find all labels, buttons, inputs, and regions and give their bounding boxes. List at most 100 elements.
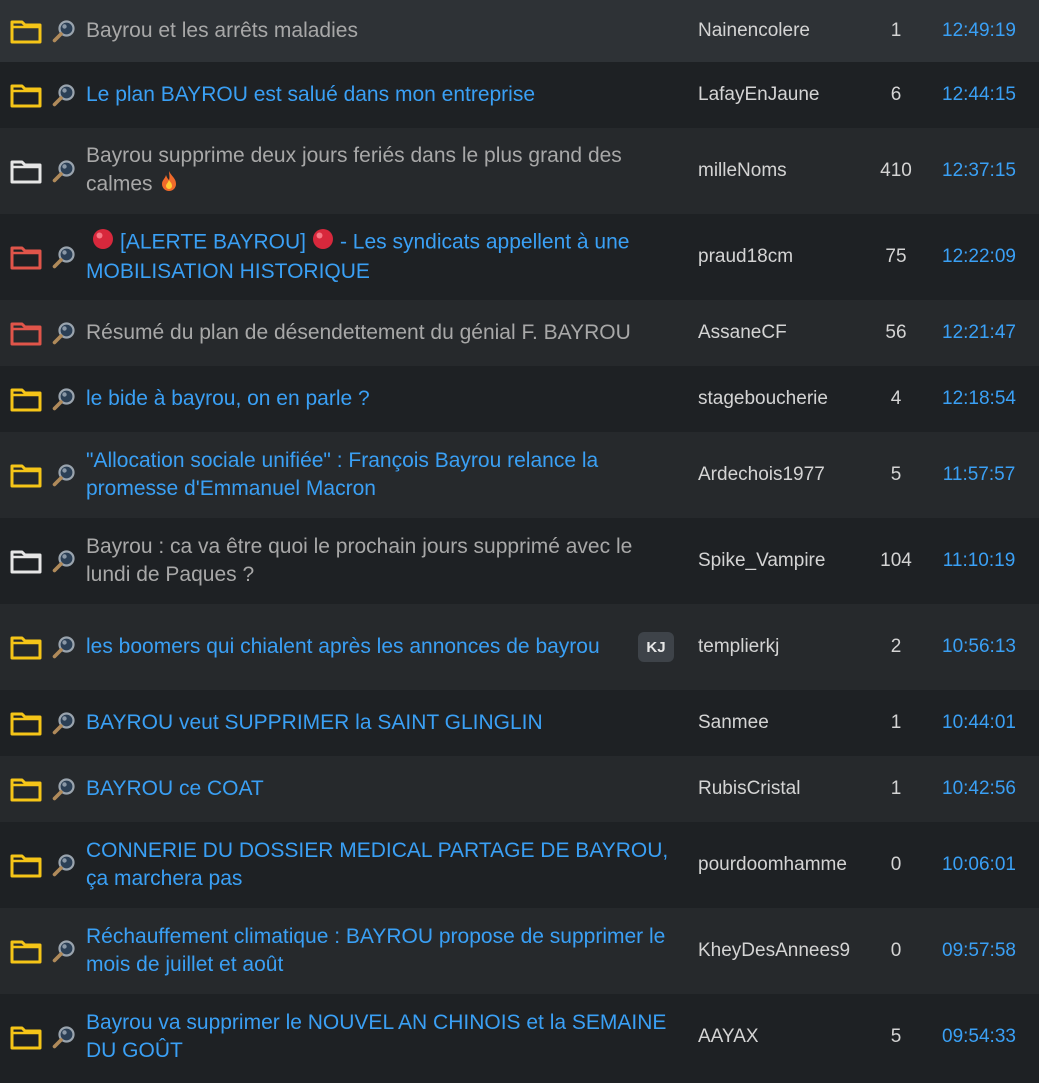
topic-title-link[interactable]: BAYROU ce COAT (86, 775, 264, 803)
magnifier-icon[interactable] (50, 157, 78, 185)
topic-title-link[interactable]: le bide à bayrou, on en parle ? (86, 385, 370, 413)
folder-yellow-icon (10, 776, 42, 802)
topic-row[interactable]: Le plan BAYROU est salué dans mon entrep… (0, 62, 1039, 128)
last-message-time[interactable]: 12:49:19 (930, 20, 1028, 42)
topic-title-link[interactable]: BAYROU veut SUPPRIMER la SAINT GLINGLIN (86, 709, 543, 737)
topic-author[interactable]: Nainencolere (698, 20, 850, 42)
last-message-time[interactable]: 10:56:13 (930, 636, 1028, 658)
magnifier-icon[interactable] (50, 81, 78, 109)
topic-author[interactable]: Spike_Vampire (698, 550, 850, 572)
folder-white-icon (10, 548, 42, 574)
magnifier-icon[interactable] (50, 319, 78, 347)
topic-author[interactable]: stageboucherie (698, 388, 850, 410)
topic-author[interactable]: milleNoms (698, 160, 850, 182)
magnifier-icon[interactable] (50, 851, 78, 879)
topic-row[interactable]: les boomers qui chialent après les annon… (0, 604, 1039, 690)
reply-count: 4 (890, 388, 902, 409)
folder-yellow-icon (10, 462, 42, 488)
topic-author[interactable]: Ardechois1977 (698, 464, 850, 486)
topic-title-link[interactable]: Bayrou supprime deux jours feriés dans l… (86, 142, 682, 200)
folder-red-icon (10, 320, 42, 346)
topic-title-link[interactable]: Réchauffement climatique : BAYROU propos… (86, 923, 682, 979)
folder-red-icon (10, 244, 42, 270)
magnifier-icon[interactable] (50, 17, 78, 45)
last-message-time[interactable]: 12:21:47 (930, 322, 1028, 344)
reply-count: 2 (890, 636, 902, 657)
magnifier-icon[interactable] (50, 633, 78, 661)
last-message-time[interactable]: 11:57:57 (930, 464, 1028, 486)
topic-list: Bayrou et les arrêts maladies Nainencoler… (0, 0, 1039, 1083)
topic-row[interactable]: [ALERTE BAYROU] - Les syndicats appellen… (0, 214, 1039, 300)
topic-row[interactable]: le bide à bayrou, on en parle ? stagebouc… (0, 366, 1039, 432)
topic-row[interactable]: Réchauffement climatique : BAYROU propos… (0, 908, 1039, 994)
reply-count: 1 (890, 712, 902, 733)
magnifier-icon[interactable] (50, 937, 78, 965)
magnifier-icon[interactable] (50, 709, 78, 737)
topic-title-text: le bide à bayrou, on en parle ? (86, 387, 370, 410)
magnifier-icon[interactable] (50, 775, 78, 803)
topic-row[interactable]: Résumé du plan de désendettement du géni… (0, 300, 1039, 366)
magnifier-icon[interactable] (50, 461, 78, 489)
magnifier-icon[interactable] (50, 385, 78, 413)
last-message-time[interactable]: 10:42:56 (930, 778, 1028, 800)
folder-yellow-icon (10, 710, 42, 736)
topic-title-link[interactable]: "Allocation sociale unifiée" : François … (86, 447, 682, 503)
topic-author[interactable]: AAYAX (698, 1026, 850, 1048)
last-message-time[interactable]: 10:44:01 (930, 712, 1028, 734)
folder-yellow-icon (10, 1024, 42, 1050)
magnifier-icon[interactable] (50, 1023, 78, 1051)
last-message-time[interactable]: 11:10:19 (930, 550, 1028, 572)
topic-title-text: Réchauffement climatique : BAYROU propos… (86, 925, 666, 976)
topic-title-text: Résumé du plan de désendettement du géni… (86, 321, 631, 344)
topic-title-link[interactable]: Résumé du plan de désendettement du géni… (86, 319, 631, 347)
topic-title-link[interactable]: CONNERIE DU DOSSIER MEDICAL PARTAGE DE B… (86, 837, 682, 893)
topic-title-link[interactable]: Le plan BAYROU est salué dans mon entrep… (86, 81, 535, 109)
red-circle-icon (312, 228, 334, 258)
last-message-time[interactable]: 12:37:15 (930, 160, 1028, 182)
folder-yellow-icon (10, 386, 42, 412)
reply-count: 0 (890, 940, 902, 961)
last-message-time[interactable]: 09:57:58 (930, 940, 1028, 962)
topic-title-text: les boomers qui chialent après les annon… (86, 635, 600, 658)
folder-yellow-icon (10, 852, 42, 878)
topic-row[interactable]: Bayrou va supprimer le NOUVEL AN CHINOIS… (0, 994, 1039, 1080)
topic-author[interactable]: templierkj (698, 636, 850, 658)
folder-yellow-icon (10, 82, 42, 108)
topic-author[interactable]: LafayEnJaune (698, 84, 850, 106)
last-message-time[interactable]: 12:44:15 (930, 84, 1028, 106)
topic-row[interactable]: Bayrou : ca va être quoi le prochain jou… (0, 518, 1039, 604)
topic-author[interactable]: AssaneCF (698, 322, 850, 344)
topic-title-link[interactable]: Bayrou et les arrêts maladies (86, 17, 358, 45)
topic-author[interactable]: RubisCristal (698, 778, 850, 800)
magnifier-icon[interactable] (50, 243, 78, 271)
topic-title-link[interactable]: [ALERTE BAYROU] - Les syndicats appellen… (86, 228, 682, 286)
magnifier-icon[interactable] (50, 547, 78, 575)
topic-row[interactable]: Bayrou et les arrêts maladies Nainencoler… (0, 0, 1039, 62)
reply-count: 5 (890, 1026, 902, 1047)
topic-row[interactable]: Bayrou supprime deux jours feriés dans l… (0, 128, 1039, 214)
red-circle-icon (92, 228, 114, 258)
reply-count: 1 (890, 778, 902, 799)
last-message-time[interactable]: 10:06:01 (930, 854, 1028, 876)
topic-author[interactable]: pourdoomhamme (698, 854, 850, 876)
last-message-time[interactable]: 09:54:33 (930, 1026, 1028, 1048)
topic-title-text: Bayrou va supprimer le NOUVEL AN CHINOIS… (86, 1011, 667, 1062)
topic-row[interactable]: BAYROU veut SUPPRIMER la SAINT GLINGLIN S… (0, 690, 1039, 756)
topic-row[interactable]: CONNERIE DU DOSSIER MEDICAL PARTAGE DE B… (0, 822, 1039, 908)
reply-count: 5 (890, 464, 902, 485)
last-message-time[interactable]: 12:22:09 (930, 246, 1028, 268)
folder-yellow-icon (10, 938, 42, 964)
reply-count: 1 (890, 20, 902, 41)
topic-author[interactable]: praud18cm (698, 246, 850, 268)
topic-author[interactable]: Sanmee (698, 712, 850, 734)
topic-title-text: BAYROU ce COAT (86, 777, 264, 800)
topic-title-link[interactable]: les boomers qui chialent après les annon… (86, 633, 600, 661)
last-message-time[interactable]: 12:18:54 (930, 388, 1028, 410)
topic-row[interactable]: "Allocation sociale unifiée" : François … (0, 432, 1039, 518)
topic-title-text: BAYROU veut SUPPRIMER la SAINT GLINGLIN (86, 711, 543, 734)
folder-yellow-icon (10, 634, 42, 660)
topic-title-link[interactable]: Bayrou : ca va être quoi le prochain jou… (86, 533, 682, 589)
topic-row[interactable]: BAYROU ce COAT RubisCristal 1 10:42:56 (0, 756, 1039, 822)
topic-title-link[interactable]: Bayrou va supprimer le NOUVEL AN CHINOIS… (86, 1009, 682, 1065)
topic-author[interactable]: KheyDesAnnees9 (698, 940, 850, 962)
